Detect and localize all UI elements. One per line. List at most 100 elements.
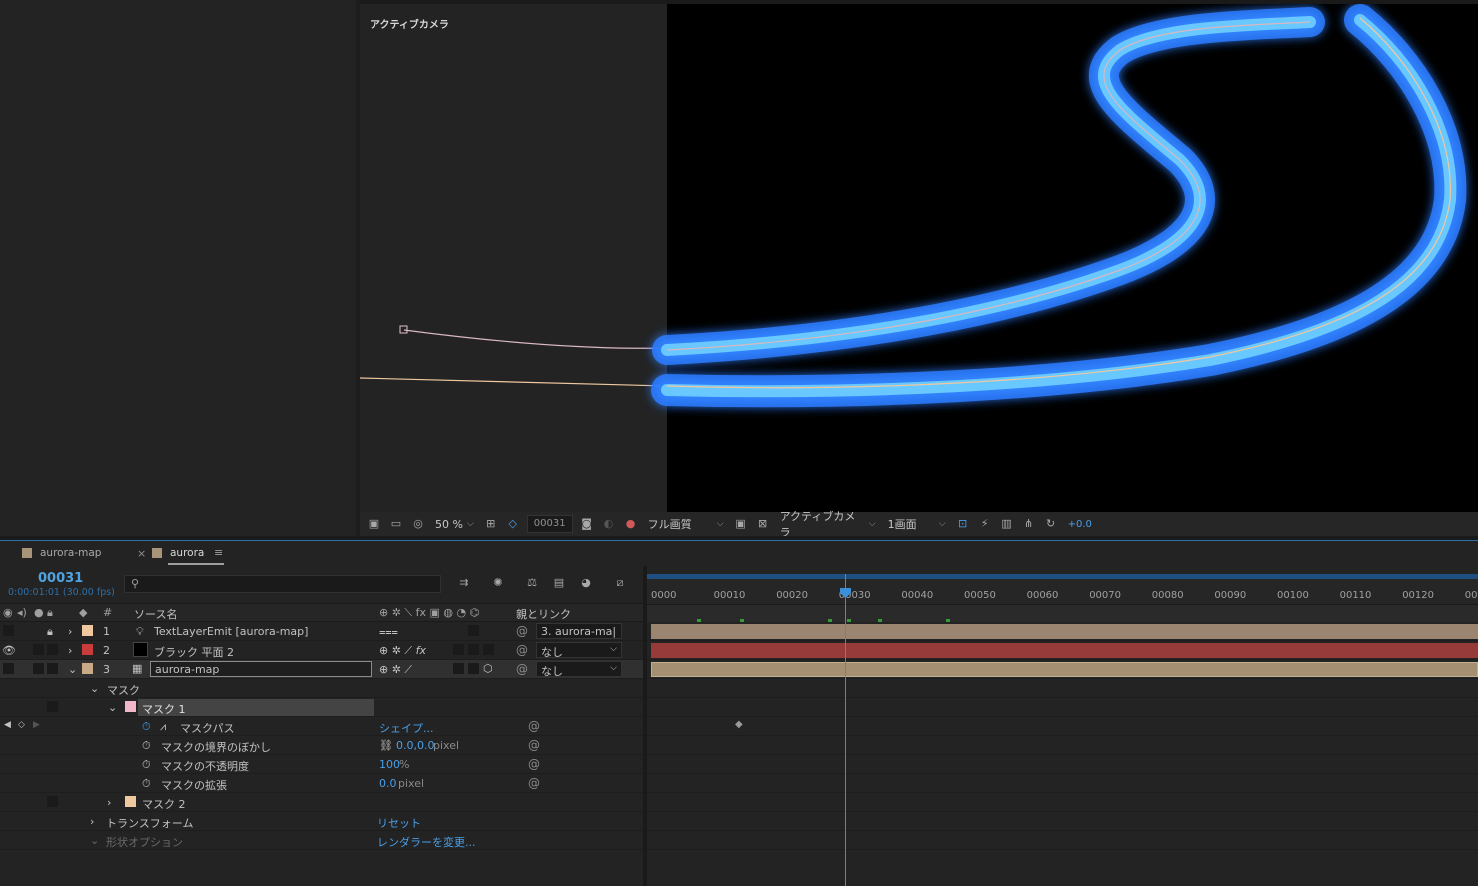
- tab-aurora-map[interactable]: aurora-map: [22, 547, 101, 559]
- current-time-display[interactable]: 00031: [38, 571, 83, 586]
- lock-icon[interactable]: 🔒︎: [47, 606, 53, 620]
- mask-path-value[interactable]: シェイプ...: [379, 720, 434, 736]
- graph-icon[interactable]: ⩘: [160, 720, 166, 734]
- reset-exposure-icon[interactable]: ↻: [1043, 516, 1059, 532]
- eye-icon[interactable]: 👁︎: [2, 644, 16, 657]
- timeline-icon[interactable]: ▥: [999, 516, 1015, 532]
- camera-dropdown[interactable]: アクティブカメラ ⌵: [777, 510, 879, 539]
- mask-1-row[interactable]: ⌄ マスク 1: [0, 698, 643, 717]
- geometry-options-row[interactable]: ⌄ 形状オプション レンダラーを変更...: [0, 831, 643, 850]
- parent-dropdown[interactable]: なし ⌵: [536, 661, 622, 678]
- solo-icon[interactable]: ●: [34, 606, 44, 619]
- mask-expansion-row[interactable]: ⏱︎ マスクの拡張 0.0 pixel @: [0, 774, 643, 793]
- chevron-down-icon[interactable]: ⌄: [108, 701, 117, 714]
- mask-opacity-row[interactable]: ⏱︎ マスクの不透明度 100 % @: [0, 755, 643, 774]
- pickwhip-icon[interactable]: @: [528, 738, 540, 752]
- pickwhip-icon[interactable]: @: [528, 776, 540, 790]
- transparency-grid-icon[interactable]: ⊠: [755, 516, 771, 532]
- layer-name[interactable]: TextLayerEmit [aurora-map]: [154, 625, 308, 638]
- mask-color-swatch[interactable]: [125, 701, 136, 712]
- label-color-swatch[interactable]: [82, 644, 93, 655]
- chevron-right-icon[interactable]: ›: [90, 815, 94, 828]
- layer-3-duration-bar[interactable]: [651, 662, 1478, 677]
- chevron-right-icon[interactable]: ›: [68, 644, 72, 657]
- mask-path-row[interactable]: ◀ ◇ ▶ ⏱︎ ⩘ マスクパス シェイプ... @: [0, 717, 643, 736]
- mask-2-row[interactable]: › マスク 2: [0, 793, 643, 812]
- zoom-dropdown[interactable]: 50 % ⌵: [432, 515, 477, 533]
- monitor-icon[interactable]: ▭: [388, 516, 404, 532]
- motion-blur-icon[interactable]: ◕: [578, 575, 594, 591]
- always-preview-icon[interactable]: ▣: [366, 516, 382, 532]
- view-layout-dropdown[interactable]: 1画面 ⌵: [885, 515, 949, 533]
- stopwatch-icon[interactable]: ⏱︎: [142, 739, 151, 753]
- shy-layers-icon[interactable]: ⚖: [524, 575, 540, 591]
- exposure-value[interactable]: +0.0: [1065, 515, 1095, 533]
- parent-dropdown[interactable]: 3. aurora-ma|: [536, 623, 622, 639]
- visibility-toggle[interactable]: [3, 625, 14, 636]
- video-eye-icon[interactable]: ◉: [3, 606, 13, 619]
- tab-aurora[interactable]: aurora: [152, 547, 204, 559]
- work-area-bar[interactable]: [647, 574, 1478, 579]
- layer-2-duration-bar[interactable]: [651, 643, 1478, 658]
- label-color-swatch[interactable]: [82, 625, 93, 636]
- stopwatch-active-icon[interactable]: ⏱︎: [142, 720, 151, 734]
- comp-mini-flowchart-icon[interactable]: ⇉: [456, 575, 472, 591]
- chevron-right-icon[interactable]: ›: [68, 625, 72, 638]
- shy-switch[interactable]: ⩶: [379, 625, 398, 639]
- layer-switches[interactable]: ⊕ ✲ ⟋: [379, 663, 412, 677]
- feather-value[interactable]: 0.0,0.0: [396, 739, 434, 752]
- transform-reset-link[interactable]: リセット: [377, 815, 421, 831]
- composition-viewer[interactable]: アクティブカメラ: [360, 0, 1478, 512]
- chevron-down-icon[interactable]: ⌄: [68, 663, 77, 676]
- pickwhip-icon[interactable]: @: [516, 643, 528, 657]
- pickwhip-icon[interactable]: @: [516, 624, 528, 638]
- draft-3d-icon[interactable]: ✺: [490, 575, 506, 591]
- masks-group-row[interactable]: ⌄ マスク: [0, 679, 643, 698]
- layer-row[interactable]: 👁︎ › 2 ブラック 平面 2 ⊕ ✲ ⟋ fx @ なし ⌵: [0, 641, 643, 660]
- current-frame-field[interactable]: 00031: [526, 515, 573, 533]
- label-tag-icon[interactable]: ◆: [79, 606, 87, 619]
- resolution-dropdown[interactable]: フル画質 ⌵: [645, 515, 727, 533]
- region-of-interest-icon[interactable]: ▣: [733, 516, 749, 532]
- frame-blending-icon[interactable]: ▤: [551, 575, 567, 591]
- expansion-value[interactable]: 0.0: [379, 777, 397, 790]
- fast-preview-icon[interactable]: ⚡: [977, 516, 993, 532]
- layer-name-edit-field[interactable]: aurora-map: [150, 661, 372, 677]
- layer-name[interactable]: ブラック 平面 2: [154, 644, 234, 660]
- pickwhip-icon[interactable]: @: [528, 719, 540, 733]
- layer-row[interactable]: 🔒︎ › 1 💡︎ TextLayerEmit [aurora-map] ⩶ @…: [0, 622, 643, 641]
- layer-1-duration-bar[interactable]: [651, 624, 1478, 639]
- chevron-down-icon[interactable]: ⌄: [90, 834, 99, 847]
- lock-icon[interactable]: 🔒︎: [47, 625, 53, 639]
- mask-color-swatch[interactable]: [125, 796, 136, 807]
- close-tab-icon[interactable]: ×: [137, 547, 146, 560]
- keyframe-diamond[interactable]: ◆: [735, 719, 743, 730]
- column-source-name[interactable]: ソース名: [134, 606, 177, 622]
- prev-keyframe-icon[interactable]: ◀: [4, 720, 11, 730]
- playhead-line[interactable]: [845, 574, 846, 886]
- timeline-tracks[interactable]: 0000 00010 00020 00030 00040 00050 00060 00070 0…: [647, 566, 1478, 886]
- chevron-right-icon[interactable]: ›: [107, 796, 111, 809]
- transform-row[interactable]: › トランスフォーム リセット: [0, 812, 643, 831]
- chevron-down-icon[interactable]: ⌄: [90, 682, 99, 695]
- pickwhip-icon[interactable]: @: [528, 757, 540, 771]
- pixel-aspect-icon[interactable]: ⊡: [955, 516, 971, 532]
- stopwatch-icon[interactable]: ⏱︎: [142, 758, 151, 772]
- next-keyframe-icon[interactable]: ▶: [33, 720, 40, 730]
- layer-search-input[interactable]: ⚲: [124, 575, 441, 593]
- opacity-value[interactable]: 100: [379, 758, 400, 771]
- graph-editor-icon[interactable]: ⧄: [612, 575, 628, 591]
- column-parent-link[interactable]: 親とリンク: [516, 606, 571, 622]
- add-keyframe-icon[interactable]: ◇: [18, 720, 25, 730]
- color-channel-icon[interactable]: ●: [623, 516, 639, 532]
- link-icon[interactable]: ⛓︎: [379, 739, 393, 752]
- title-safe-icon[interactable]: ⊞: [483, 516, 499, 532]
- change-renderer-link[interactable]: レンダラーを変更...: [377, 834, 476, 850]
- layer-row-selected[interactable]: ⌄ 3 ▦ aurora-map ⊕ ✲ ⟋ ⬡ @ なし ⌵: [0, 660, 643, 679]
- audio-icon[interactable]: ◂): [17, 606, 27, 619]
- show-snapshot-icon[interactable]: ◐: [601, 516, 617, 532]
- parent-dropdown[interactable]: なし ⌵: [536, 642, 622, 659]
- mask-path-toggle-icon[interactable]: ◇: [505, 516, 521, 532]
- time-ruler[interactable]: 0000 00010 00020 00030 00040 00050 00060 00070 0…: [647, 574, 1478, 604]
- layer-switches[interactable]: ⊕ ✲ ⟋ fx: [379, 644, 426, 658]
